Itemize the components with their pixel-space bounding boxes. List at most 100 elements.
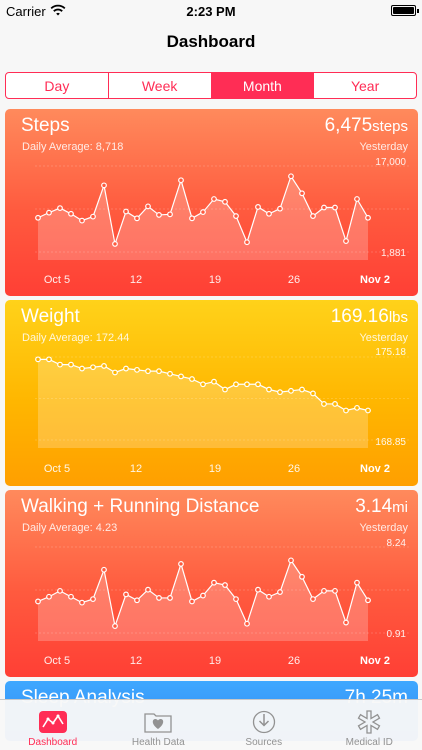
data-point: [35, 356, 41, 363]
data-point: [332, 587, 338, 594]
data-point: [68, 210, 74, 217]
data-point: [101, 566, 107, 573]
y-min-label: 168.85: [375, 437, 406, 448]
card-title: Steps: [21, 115, 70, 136]
card-subtitle: Yesterday: [359, 332, 408, 344]
distance-card[interactable]: Walking + Running Distance Daily Average…: [5, 490, 418, 677]
data-point: [156, 595, 162, 601]
data-point: [321, 587, 327, 594]
clock-label: 2:23 PM: [186, 4, 236, 19]
card-value: 6,475steps: [324, 115, 408, 136]
distance-chart: [35, 546, 410, 641]
data-point: [112, 241, 118, 247]
data-point: [255, 586, 261, 593]
x-tick-label: 12: [129, 463, 143, 475]
card-daily-average: Daily Average: 4.23: [22, 522, 118, 534]
data-point: [288, 557, 294, 564]
dashboard-icon: [38, 711, 67, 733]
card-title: Walking + Running Distance: [21, 496, 260, 517]
y-max-label: 175.18: [375, 347, 406, 358]
data-point: [244, 620, 250, 627]
data-point: [233, 381, 239, 388]
data-point: [156, 212, 162, 218]
data-point: [244, 239, 250, 246]
data-point: [244, 381, 250, 388]
data-point: [266, 593, 272, 600]
data-point: [112, 369, 118, 376]
tab-medical-id[interactable]: Medical ID: [317, 700, 422, 750]
x-tick-label: Oct 5: [43, 274, 71, 286]
data-point: [178, 373, 184, 380]
data-point: [288, 173, 294, 180]
data-point: [310, 596, 316, 602]
data-point: [233, 213, 239, 219]
data-point: [57, 205, 63, 211]
segment-day[interactable]: Day: [6, 73, 109, 98]
x-tick-label: 26: [287, 655, 301, 667]
data-point: [211, 378, 217, 385]
data-point: [123, 365, 129, 372]
card-daily-average: Daily Average: 8,718: [22, 141, 124, 153]
data-point: [156, 368, 162, 375]
status-bar: Carrier 2:23 PM: [0, 0, 422, 22]
x-tick-label: 12: [129, 274, 143, 286]
medical-id-icon: [357, 710, 381, 734]
data-point: [57, 361, 63, 368]
tab-health-data[interactable]: Health Data: [106, 700, 212, 750]
data-point: [343, 407, 349, 414]
data-point: [222, 582, 228, 588]
data-point: [321, 401, 327, 407]
tab-label: Medical ID: [345, 737, 393, 748]
y-max-label: 17,000: [375, 157, 406, 168]
tab-label: Dashboard: [28, 737, 78, 748]
tab-sources[interactable]: Sources: [211, 700, 317, 750]
data-point: [277, 389, 283, 396]
data-point: [310, 390, 316, 397]
data-point: [354, 196, 360, 202]
tab-dashboard[interactable]: Dashboard: [0, 700, 106, 750]
data-point: [332, 401, 338, 407]
data-point: [222, 198, 228, 205]
data-point: [46, 593, 52, 600]
data-point: [90, 213, 96, 220]
data-point: [79, 217, 85, 224]
segment-year[interactable]: Year: [314, 73, 416, 98]
x-tick-label: Oct 5: [43, 655, 71, 667]
x-tick-label: Nov 2: [360, 463, 390, 475]
data-point: [200, 381, 206, 388]
data-point: [112, 623, 118, 629]
y-min-label: 1,881: [380, 248, 406, 259]
x-tick-label: Nov 2: [360, 655, 390, 667]
data-point: [365, 214, 371, 221]
data-point: [200, 209, 206, 215]
weight-card[interactable]: Weight Daily Average: 172.44 169.16lbs Y…: [5, 300, 418, 486]
x-tick-label: 19: [208, 463, 222, 475]
segment-month[interactable]: Month: [211, 73, 315, 98]
data-point: [79, 365, 85, 372]
data-point: [145, 203, 151, 210]
steps-chart: [35, 165, 410, 260]
data-point: [343, 238, 349, 244]
data-point: [266, 210, 272, 217]
data-point: [321, 204, 327, 211]
data-point: [123, 591, 129, 598]
data-point: [79, 599, 85, 606]
tab-label: Sources: [245, 737, 283, 748]
health-data-icon: [144, 713, 172, 733]
data-point: [145, 586, 151, 593]
sources-icon: [252, 710, 275, 734]
data-point: [189, 215, 195, 222]
data-point: [90, 596, 96, 602]
segment-week[interactable]: Week: [109, 73, 212, 98]
data-point: [365, 597, 371, 604]
data-point: [343, 619, 349, 626]
data-point: [211, 196, 217, 202]
data-point: [101, 363, 107, 369]
card-subtitle: Yesterday: [359, 141, 408, 153]
data-point: [354, 579, 360, 586]
data-point: [35, 214, 41, 221]
steps-card[interactable]: Steps Daily Average: 8,718 6,475steps Ye…: [5, 109, 418, 296]
data-point: [123, 208, 129, 215]
y-min-label: 0.91: [386, 629, 406, 640]
data-point: [299, 573, 305, 580]
